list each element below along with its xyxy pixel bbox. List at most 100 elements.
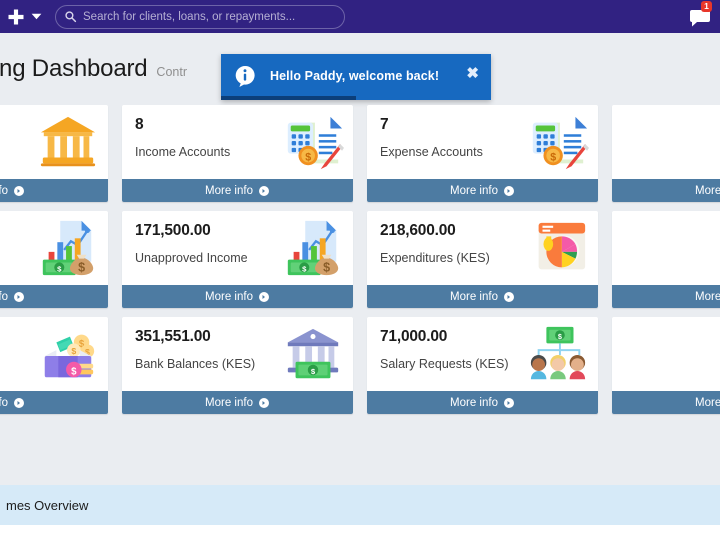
svg-text:$: $ [302, 264, 307, 273]
page-title: ounting Dashboard [0, 55, 147, 83]
stat-card-banks: ks More info [0, 105, 108, 202]
more-info-label: More info [0, 397, 8, 409]
more-info-button-salary-requests[interactable]: More info [367, 391, 598, 414]
stat-card-unapproved-income: 171,500.00 Unapproved Income $ $ [122, 211, 353, 308]
arrow-right-circle-icon [13, 291, 25, 303]
card-row: ks More info 8 [0, 105, 720, 202]
more-info-button-unapproved-income[interactable]: More info [122, 285, 353, 308]
card-column: ,400.00 Collections (KES) $ $ $ [0, 317, 115, 414]
stat-card-offscreen-right-1: $ More info [612, 105, 720, 202]
card-body [612, 211, 720, 285]
growth-chart-money-icon: $ $ [282, 217, 344, 279]
card-body: 8 Income Accounts [122, 105, 353, 179]
card-body: 171,500.00 Unapproved Income $ $ [122, 211, 353, 285]
svg-text:$: $ [558, 332, 562, 341]
accounting-calculator-icon: $ [527, 111, 589, 173]
svg-text:$: $ [78, 260, 85, 274]
stat-card-offscreen-right-3: $ More info [612, 317, 720, 414]
toast-content: Hello Paddy, welcome back! [221, 54, 491, 97]
search-icon [64, 10, 77, 23]
more-info-button-banks[interactable]: More info [0, 179, 108, 202]
panel-title: mes Overview [6, 498, 88, 513]
chevron-down-icon[interactable] [30, 10, 43, 23]
card-column: $ More info [605, 105, 720, 202]
more-info-button-offscreen-right-1[interactable]: More info [612, 179, 720, 202]
card-column: More info [605, 211, 720, 308]
accounting-calculator-icon: $ [282, 111, 344, 173]
bank-money-icon: $ [282, 323, 344, 385]
panel-header: mes Overview [0, 485, 720, 525]
stat-card-incomes: ,610.00 mes (KES) $ $ [0, 211, 108, 308]
stat-card-collections: ,400.00 Collections (KES) $ $ $ [0, 317, 108, 414]
svg-text:$: $ [550, 151, 556, 163]
arrow-right-circle-icon [13, 397, 25, 409]
stat-card-income-accounts: 8 Income Accounts [122, 105, 353, 202]
arrow-right-circle-icon [258, 397, 270, 409]
svg-text:$: $ [305, 151, 311, 163]
incomes-overview-panel: mes Overview [0, 485, 720, 540]
search-box[interactable] [55, 5, 345, 29]
svg-text:$: $ [71, 366, 77, 377]
arrow-right-circle-icon [258, 291, 270, 303]
card-body: $ [612, 105, 720, 179]
stat-cards-grid: ks More info 8 [0, 105, 720, 423]
more-info-button-income-accounts[interactable]: More info [122, 179, 353, 202]
more-info-label: More info [695, 291, 720, 303]
card-column: ,610.00 mes (KES) $ $ [0, 211, 115, 308]
salary-people-icon: $ [527, 323, 589, 385]
more-info-label: More info [695, 185, 720, 197]
card-column: 171,500.00 Unapproved Income $ $ [115, 211, 360, 308]
arrow-right-circle-icon [503, 185, 515, 197]
navbar-left-group [0, 7, 43, 27]
svg-text:$: $ [311, 367, 316, 376]
search-input[interactable] [83, 11, 336, 23]
more-info-button-incomes[interactable]: More info [0, 285, 108, 308]
page-subtitle: Contr [156, 65, 187, 79]
toast-message: Hello Paddy, welcome back! [270, 69, 439, 83]
arrow-right-circle-icon [258, 185, 270, 197]
card-body: ks [0, 105, 108, 179]
arrow-right-circle-icon [503, 397, 515, 409]
card-body: ,610.00 mes (KES) $ $ [0, 211, 108, 285]
card-column: $ More info [605, 317, 720, 414]
more-info-label: More info [205, 397, 253, 409]
more-info-label: More info [450, 397, 498, 409]
close-icon[interactable]: ✖ [466, 66, 479, 81]
more-info-button-bank-balances[interactable]: More info [122, 391, 353, 414]
card-column: 71,000.00 Salary Requests (KES) $ [360, 317, 605, 414]
more-info-button-offscreen-right-3[interactable]: More info [612, 391, 720, 414]
dashboard-page: 1 ounting Dashboard Contr Hello Paddy, w… [0, 0, 720, 540]
messages-button[interactable]: 1 [686, 0, 720, 33]
svg-text:$: $ [71, 346, 76, 356]
svg-text:$: $ [323, 260, 330, 274]
card-body: 7 Expense Accounts [367, 105, 598, 179]
more-info-label: More info [450, 291, 498, 303]
card-body: 351,551.00 Bank Balances (KES) $ [122, 317, 353, 391]
more-info-label: More info [450, 185, 498, 197]
more-info-label: More info [205, 185, 253, 197]
more-info-button-collections[interactable]: More info [0, 391, 108, 414]
stat-card-expenditures: 218,600.00 Expenditures (KES) [367, 211, 598, 308]
stat-card-bank-balances: 351,551.00 Bank Balances (KES) $ [122, 317, 353, 414]
card-row: ,400.00 Collections (KES) $ $ $ [0, 317, 720, 414]
card-body: 71,000.00 Salary Requests (KES) $ [367, 317, 598, 391]
arrow-right-circle-icon [13, 185, 25, 197]
growth-chart-money-icon: $ $ [37, 217, 99, 279]
top-navbar: 1 [0, 0, 720, 33]
navbar-right-group: 1 [686, 0, 720, 33]
welcome-toast[interactable]: Hello Paddy, welcome back! ✖ [221, 54, 491, 100]
page-heading: ounting Dashboard Contr [0, 55, 187, 83]
more-info-label: More info [205, 291, 253, 303]
card-column: 8 Income Accounts [115, 105, 360, 202]
more-info-button-expense-accounts[interactable]: More info [367, 179, 598, 202]
more-info-button-offscreen-right-2[interactable]: More info [612, 285, 720, 308]
card-column: 7 Expense Accounts [360, 105, 605, 202]
plus-icon[interactable] [6, 7, 26, 27]
more-info-button-expenditures[interactable]: More info [367, 285, 598, 308]
card-row: ,610.00 mes (KES) $ $ [0, 211, 720, 308]
card-column: ks More info [0, 105, 115, 202]
messages-badge: 1 [701, 1, 712, 12]
stat-card-salary-requests: 71,000.00 Salary Requests (KES) $ [367, 317, 598, 414]
money-box-icon: $ $ $ $ [37, 323, 99, 385]
bank-building-icon [37, 111, 99, 173]
